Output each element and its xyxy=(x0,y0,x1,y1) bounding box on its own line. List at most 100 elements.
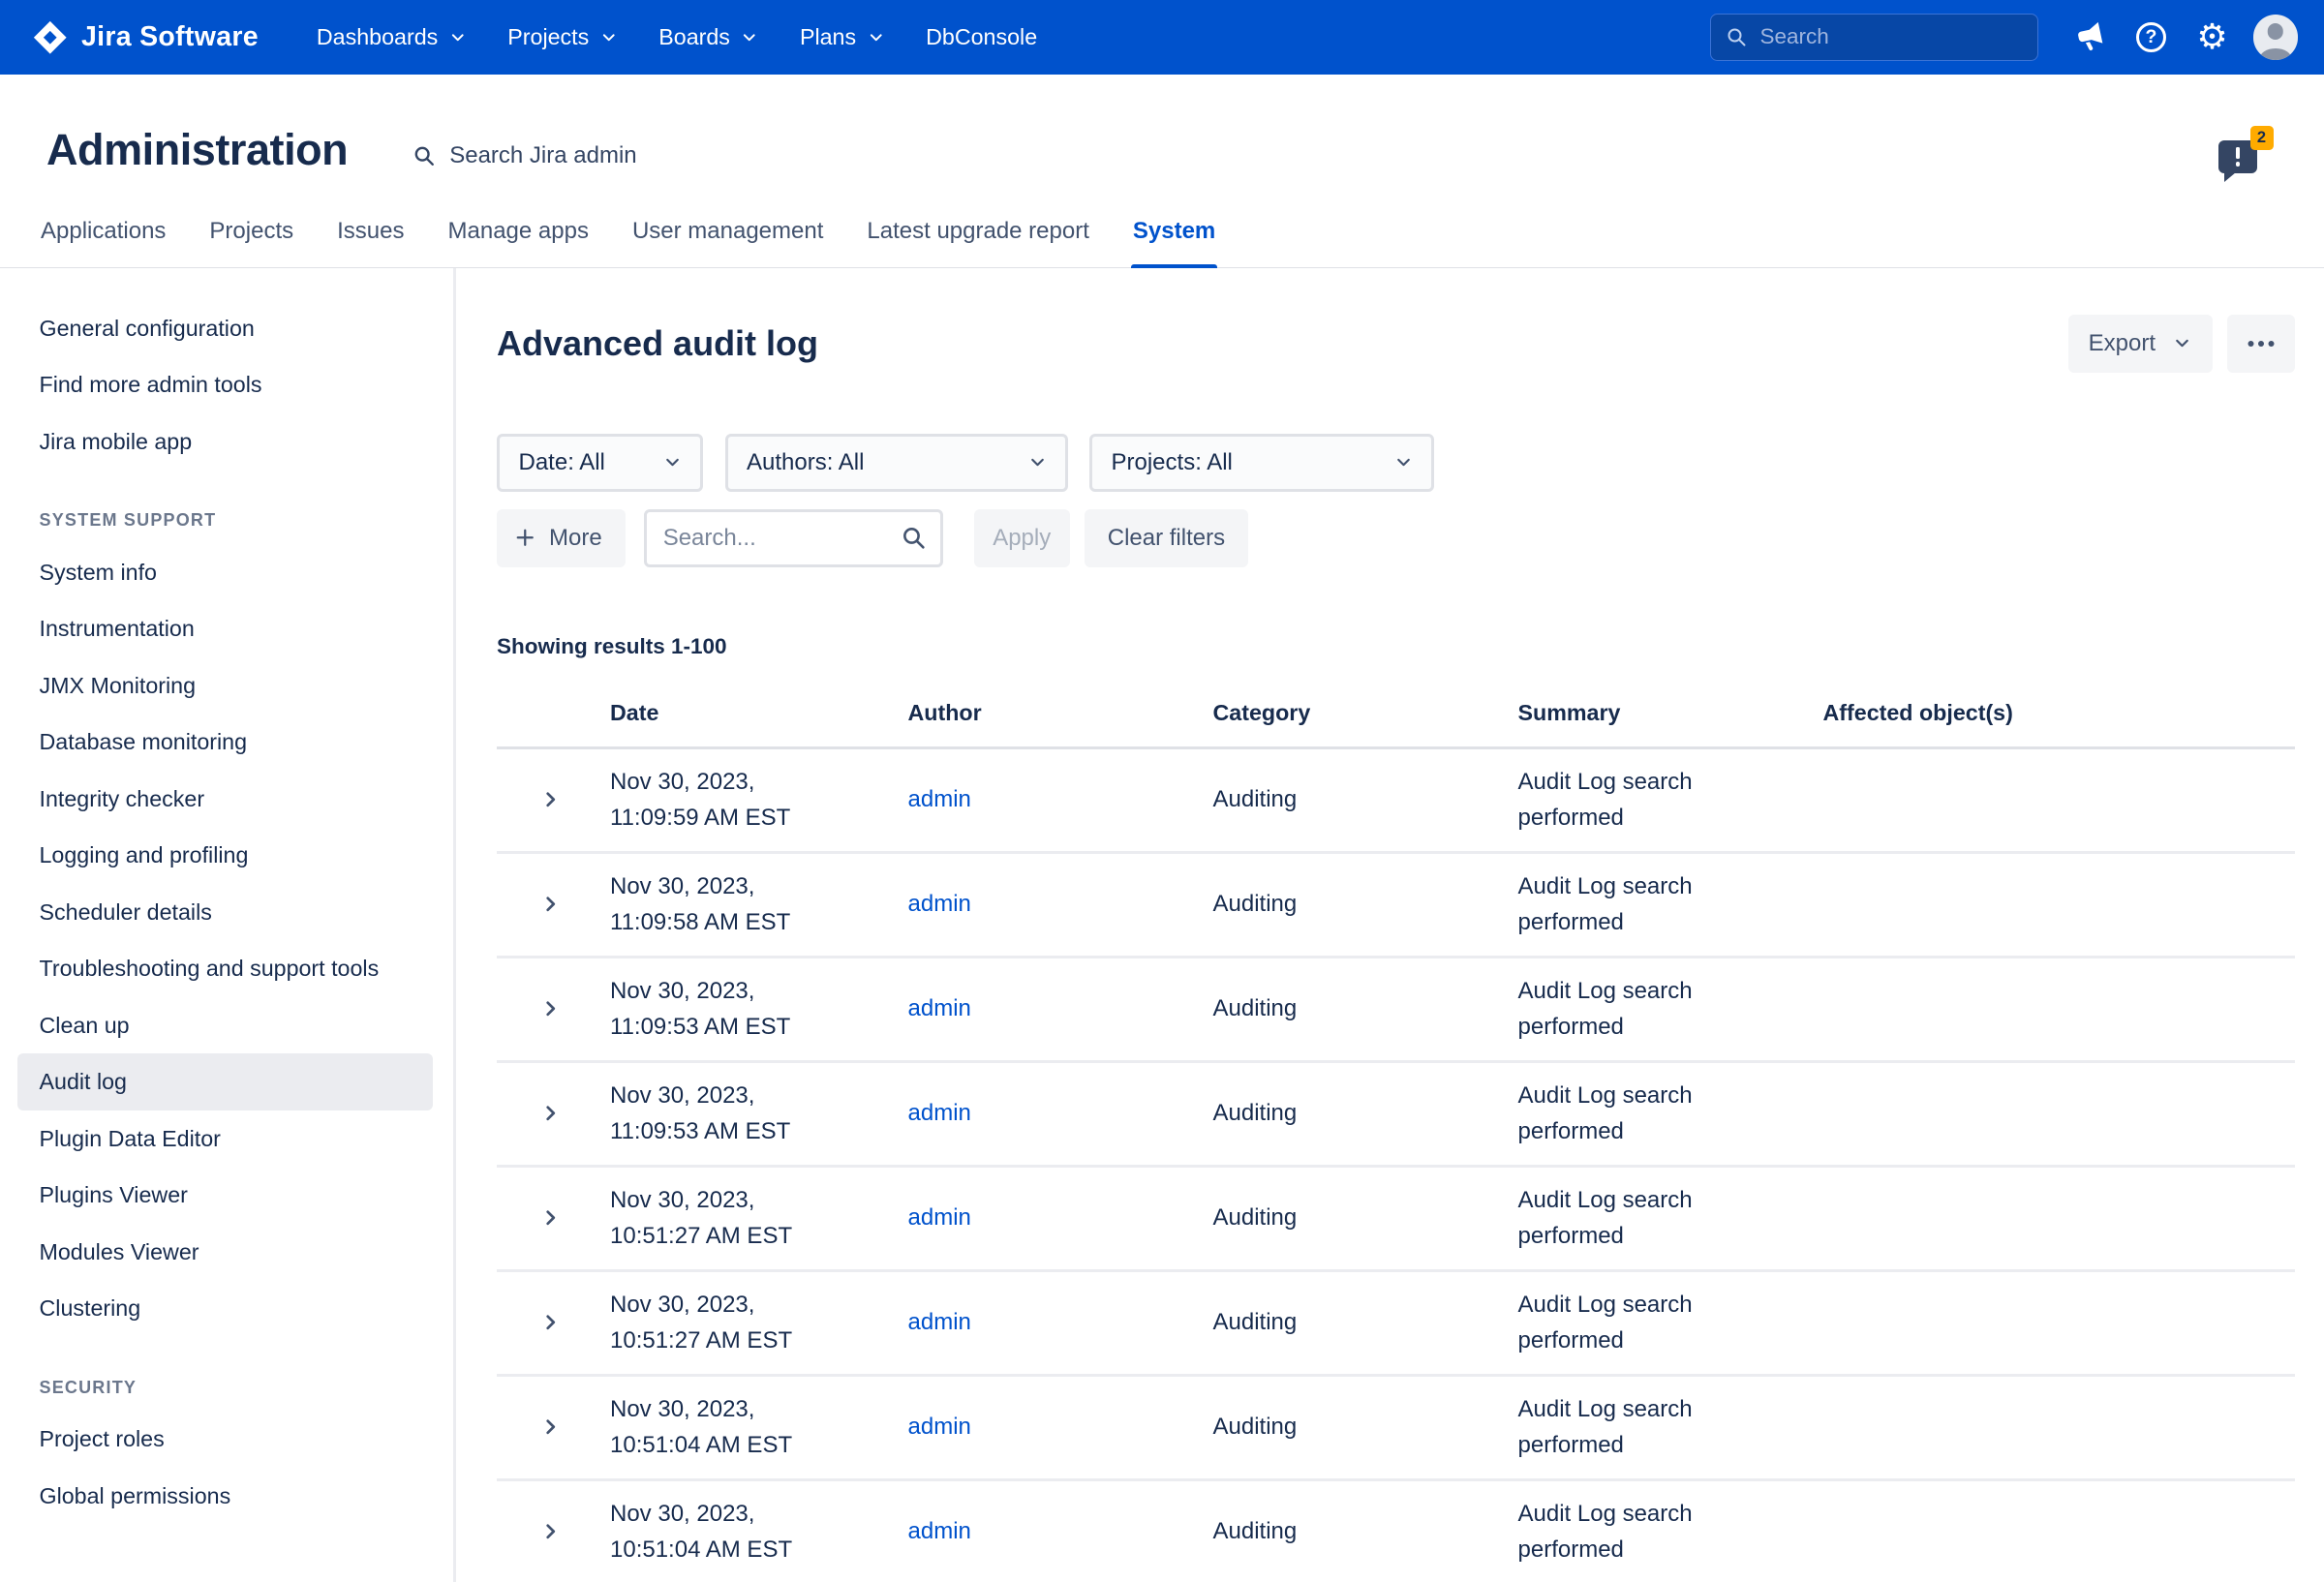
audit-log-table: Date Author Category Summary Affected ob… xyxy=(497,683,2295,1582)
expand-row-button[interactable] xyxy=(534,991,568,1026)
cell-author: admin xyxy=(908,1309,1213,1336)
cell-author: admin xyxy=(908,1100,1213,1127)
table-row: Nov 30, 2023, 11:09:59 AM EST admin Audi… xyxy=(497,749,2295,854)
gear-icon: ⚙ xyxy=(2196,19,2227,54)
nav-dbconsole-label: DbConsole xyxy=(926,24,1037,50)
sidebar-item-jira-mobile-app[interactable]: Jira mobile app xyxy=(17,413,433,471)
expand-row-button[interactable] xyxy=(534,1201,568,1235)
sidebar-section-security: SECURITY xyxy=(40,1378,434,1398)
apply-button[interactable]: Apply xyxy=(974,509,1070,567)
chevron-right-icon xyxy=(541,790,561,809)
sidebar-item-plugins-viewer[interactable]: Plugins Viewer xyxy=(17,1167,433,1224)
apply-label: Apply xyxy=(993,525,1051,552)
sidebar-item-project-roles[interactable]: Project roles xyxy=(17,1411,433,1468)
sidebar-item-audit-log[interactable]: Audit log xyxy=(17,1053,433,1110)
clear-filters-button[interactable]: Clear filters xyxy=(1085,509,1248,567)
author-link[interactable]: admin xyxy=(908,1204,971,1231)
export-button[interactable]: Export xyxy=(2068,315,2213,373)
chevron-right-icon xyxy=(541,1522,561,1541)
more-icon xyxy=(2258,341,2264,347)
tab-user-management[interactable]: User management xyxy=(630,205,824,267)
sidebar-item-clustering[interactable]: Clustering xyxy=(17,1280,433,1337)
author-link[interactable]: admin xyxy=(908,995,971,1021)
filter-search-input[interactable] xyxy=(644,509,943,567)
nav-dbconsole[interactable]: DbConsole xyxy=(905,13,1057,62)
projects-filter-select[interactable]: Projects: All xyxy=(1089,434,1434,492)
settings-button[interactable]: ⚙ xyxy=(2186,11,2239,63)
expand-row-button[interactable] xyxy=(534,887,568,922)
projects-filter-label: Projects: All xyxy=(1112,449,1233,476)
sidebar-item-instrumentation[interactable]: Instrumentation xyxy=(17,600,433,657)
sidebar-item-logging-and-profiling[interactable]: Logging and profiling xyxy=(17,827,433,884)
author-link[interactable]: admin xyxy=(908,786,971,812)
author-link[interactable]: admin xyxy=(908,891,971,917)
sidebar-item-clean-up[interactable]: Clean up xyxy=(17,997,433,1054)
cell-category: Auditing xyxy=(1213,891,1518,918)
announcements-button[interactable] xyxy=(2064,11,2117,63)
sidebar-section-system-support: SYSTEM SUPPORT xyxy=(40,510,434,531)
expand-row-button[interactable] xyxy=(534,1410,568,1445)
exclamation-dot xyxy=(2236,162,2241,167)
nav-plans[interactable]: Plans xyxy=(780,13,905,62)
more-filters-button[interactable]: More xyxy=(497,509,626,567)
filters-actions-row: More Apply Clear filters xyxy=(497,509,2295,567)
cell-author: admin xyxy=(908,786,1213,813)
help-button[interactable]: ? xyxy=(2125,11,2178,63)
avatar-head xyxy=(2268,23,2284,40)
tab-issues[interactable]: Issues xyxy=(336,205,406,267)
column-header-author: Author xyxy=(908,700,1213,726)
expand-row-button[interactable] xyxy=(534,1305,568,1340)
expand-row-button[interactable] xyxy=(534,1514,568,1549)
chevron-down-icon xyxy=(867,28,886,47)
expand-row-button[interactable] xyxy=(534,782,568,817)
chevron-down-icon xyxy=(1027,452,1048,472)
table-row: Nov 30, 2023, 10:51:04 AM EST admin Audi… xyxy=(497,1377,2295,1481)
nav-projects[interactable]: Projects xyxy=(487,13,638,62)
search-icon xyxy=(900,524,928,559)
cell-summary: Audit Log search performed xyxy=(1518,1391,1823,1464)
nav-dashboards[interactable]: Dashboards xyxy=(296,13,487,62)
more-actions-button[interactable] xyxy=(2227,315,2296,373)
tab-projects[interactable]: Projects xyxy=(208,205,295,267)
sidebar-item-system-info[interactable]: System info xyxy=(17,544,433,601)
results-summary: Showing results 1-100 xyxy=(497,634,2295,659)
author-link[interactable]: admin xyxy=(908,1309,971,1335)
sidebar-item-troubleshooting-and-support-tools[interactable]: Troubleshooting and support tools xyxy=(17,940,433,997)
tab-manage-apps[interactable]: Manage apps xyxy=(446,205,590,267)
jira-home-link[interactable]: Jira Software xyxy=(32,19,259,56)
brand-name: Jira Software xyxy=(81,21,259,53)
expand-row-button[interactable] xyxy=(534,1096,568,1131)
cell-author: admin xyxy=(908,1204,1213,1232)
sidebar-item-scheduler-details[interactable]: Scheduler details xyxy=(17,884,433,941)
author-link[interactable]: admin xyxy=(908,1414,971,1440)
column-header-summary: Summary xyxy=(1518,700,1823,726)
sidebar-item-modules-viewer[interactable]: Modules Viewer xyxy=(17,1224,433,1281)
sidebar-item-general-configuration[interactable]: General configuration xyxy=(17,300,433,357)
global-search xyxy=(1710,14,2038,62)
sidebar-item-jmx-monitoring[interactable]: JMX Monitoring xyxy=(17,657,433,715)
date-filter-select[interactable]: Date: All xyxy=(497,434,703,492)
sidebar-item-integrity-checker[interactable]: Integrity checker xyxy=(17,771,433,828)
tab-system[interactable]: System xyxy=(1131,205,1216,267)
sidebar-item-global-permissions[interactable]: Global permissions xyxy=(17,1468,433,1525)
chevron-down-icon xyxy=(2172,333,2192,353)
admin-search[interactable]: Search Jira admin xyxy=(412,131,636,169)
sidebar-item-plugin-data-editor[interactable]: Plugin Data Editor xyxy=(17,1110,433,1168)
author-link[interactable]: admin xyxy=(908,1518,971,1544)
filter-search xyxy=(644,509,943,567)
authors-filter-select[interactable]: Authors: All xyxy=(725,434,1068,492)
user-avatar[interactable] xyxy=(2253,15,2299,60)
sidebar-item-database-monitoring[interactable]: Database monitoring xyxy=(17,714,433,771)
sidebar-item-find-more-admin-tools[interactable]: Find more admin tools xyxy=(17,356,433,413)
global-search-input[interactable] xyxy=(1710,14,2038,62)
tab-latest-upgrade-report[interactable]: Latest upgrade report xyxy=(866,205,1091,267)
content-area: General configuration Find more admin to… xyxy=(0,268,2324,1582)
author-link[interactable]: admin xyxy=(908,1100,971,1126)
chevron-down-icon xyxy=(740,28,759,47)
jira-admin-app: Jira Software Dashboards Projects Boards… xyxy=(0,0,2324,1582)
cell-category: Auditing xyxy=(1213,995,1518,1022)
feedback-button[interactable]: 2 xyxy=(2218,140,2258,174)
nav-boards[interactable]: Boards xyxy=(638,13,780,62)
cell-date: Nov 30, 2023, 10:51:27 AM EST xyxy=(610,1182,908,1255)
tab-applications[interactable]: Applications xyxy=(40,205,168,267)
